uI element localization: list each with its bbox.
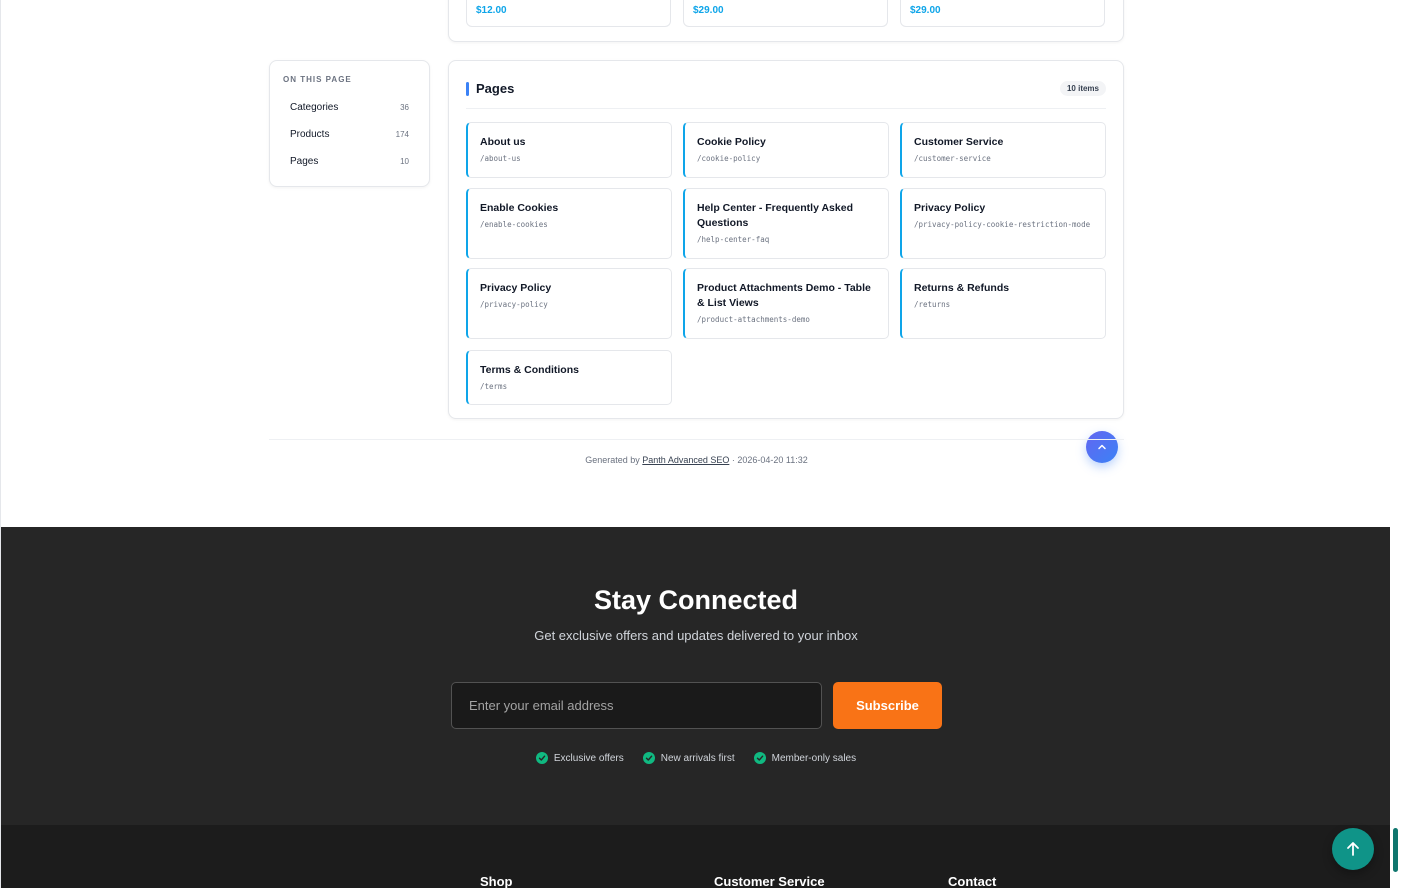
newsletter-subtitle: Get exclusive offers and updates deliver… (534, 628, 858, 643)
chevron-up-icon (1098, 444, 1106, 450)
page-link[interactable]: Privacy Policy /privacy-policy (466, 268, 672, 339)
pages-section: Pages 10 items About us /about-us Cookie… (448, 60, 1124, 419)
generated-prefix: Generated by (585, 455, 640, 465)
back-to-top-button[interactable] (1332, 828, 1374, 870)
toc-item-count: 174 (395, 129, 409, 139)
page-path: /privacy-policy (480, 300, 548, 309)
scrollbar-thumb[interactable] (1393, 828, 1398, 872)
page-path: /help-center-faq (697, 235, 770, 244)
toc-item-count: 10 (400, 156, 409, 166)
subscribe-button[interactable]: Subscribe (833, 682, 942, 729)
page-viewport: $12.00 $29.00 $29.00 ON THIS PAGE Catego… (0, 0, 1390, 888)
page-title: About us (480, 136, 526, 148)
generated-by-note: Generated by Panth Advanced SEO · 2026-0… (269, 455, 1124, 465)
footer-heading-shop: Shop (480, 874, 513, 888)
page-path: /enable-cookies (480, 220, 548, 229)
page-path: /about-us (480, 154, 521, 163)
toc-item-label: Pages (290, 155, 319, 167)
product-price: $29.00 (910, 5, 941, 16)
product-price: $29.00 (693, 5, 724, 16)
page-link[interactable]: About us /about-us (466, 122, 672, 178)
footer-heading-contact: Contact (948, 874, 997, 888)
check-circle-icon (753, 752, 766, 764)
on-this-page-nav: ON THIS PAGE Categories 36 Products 174 … (269, 60, 430, 187)
product-card[interactable]: $12.00 (466, 0, 671, 27)
feature-label: New arrivals first (660, 752, 735, 764)
products-row-card: $12.00 $29.00 $29.00 (448, 0, 1124, 42)
check-circle-icon (642, 752, 655, 764)
page-title: Privacy Policy (480, 282, 552, 294)
product-price: $12.00 (476, 5, 507, 16)
footer-heading-customer-service: Customer Service (714, 874, 825, 888)
page-link[interactable]: Enable Cookies /enable-cookies (466, 188, 672, 259)
site-footer: Shop Customer Service Contact (1, 825, 1390, 888)
feature-item: Exclusive offers (535, 752, 624, 764)
check-circle-icon (535, 752, 548, 764)
page-title: Returns & Refunds (914, 282, 1010, 294)
toc-item-label: Products (290, 128, 330, 140)
page-path: /product-attachments-demo (697, 315, 810, 324)
newsletter-section: Stay Connected Get exclusive offers and … (1, 527, 1390, 825)
page-scrollbar[interactable] (1390, 0, 1402, 888)
page-path: /terms (480, 382, 508, 391)
section-accent-bar (466, 82, 469, 96)
page-path: /cookie-policy (697, 154, 761, 163)
feature-label: Member-only sales (771, 752, 857, 764)
pages-header: Pages 10 items (466, 81, 1106, 109)
page-title: Help Center - Frequently Asked Questions (697, 202, 853, 229)
newsletter-title: Stay Connected (593, 585, 799, 615)
generated-timestamp: · 2026-04-20 11:32 (731, 455, 808, 465)
arrow-up-icon (1347, 842, 1359, 856)
page-title: Terms & Conditions (480, 364, 579, 376)
page-title: Privacy Policy (914, 202, 986, 214)
newsletter-features: Exclusive offers New arrivals first Memb… (1, 752, 1390, 764)
feature-item: New arrivals first (642, 752, 735, 764)
toc-title: ON THIS PAGE (283, 75, 352, 84)
page-title: Customer Service (914, 136, 1004, 148)
toc-item-products[interactable]: Products 174 (278, 124, 421, 144)
page-link[interactable]: Privacy Policy /privacy-policy-cookie-re… (900, 188, 1106, 259)
generator-link[interactable]: Panth Advanced SEO (642, 455, 729, 465)
product-card[interactable]: $29.00 (900, 0, 1105, 27)
divider (269, 439, 1124, 440)
product-card[interactable]: $29.00 (683, 0, 888, 27)
page-title: Cookie Policy (697, 136, 766, 148)
page-path: /returns (914, 300, 951, 309)
email-input[interactable] (451, 682, 822, 729)
page-link[interactable]: Customer Service /customer-service (900, 122, 1106, 178)
page-link[interactable]: Cookie Policy /cookie-policy (683, 122, 889, 178)
toc-item-label: Categories (290, 101, 339, 113)
page-title: Product Attachments Demo - Table & List … (697, 282, 871, 309)
section-title: Pages (476, 81, 515, 96)
toc-item-pages[interactable]: Pages 10 (278, 151, 421, 171)
page-link[interactable]: Returns & Refunds /returns (900, 268, 1106, 339)
page-path: /privacy-policy-cookie-restriction-mode (914, 220, 1091, 229)
page-link[interactable]: Help Center - Frequently Asked Questions… (683, 188, 889, 259)
feature-label: Exclusive offers (553, 752, 624, 764)
items-count-badge: 10 items (1059, 81, 1106, 96)
page-path: /customer-service (914, 154, 991, 163)
page-link[interactable]: Product Attachments Demo - Table & List … (683, 268, 889, 339)
toc-item-count: 36 (400, 102, 409, 112)
page-link[interactable]: Terms & Conditions /terms (466, 350, 672, 405)
feature-item: Member-only sales (753, 752, 857, 764)
page-title: Enable Cookies (480, 202, 559, 214)
toc-item-categories[interactable]: Categories 36 (278, 97, 421, 117)
